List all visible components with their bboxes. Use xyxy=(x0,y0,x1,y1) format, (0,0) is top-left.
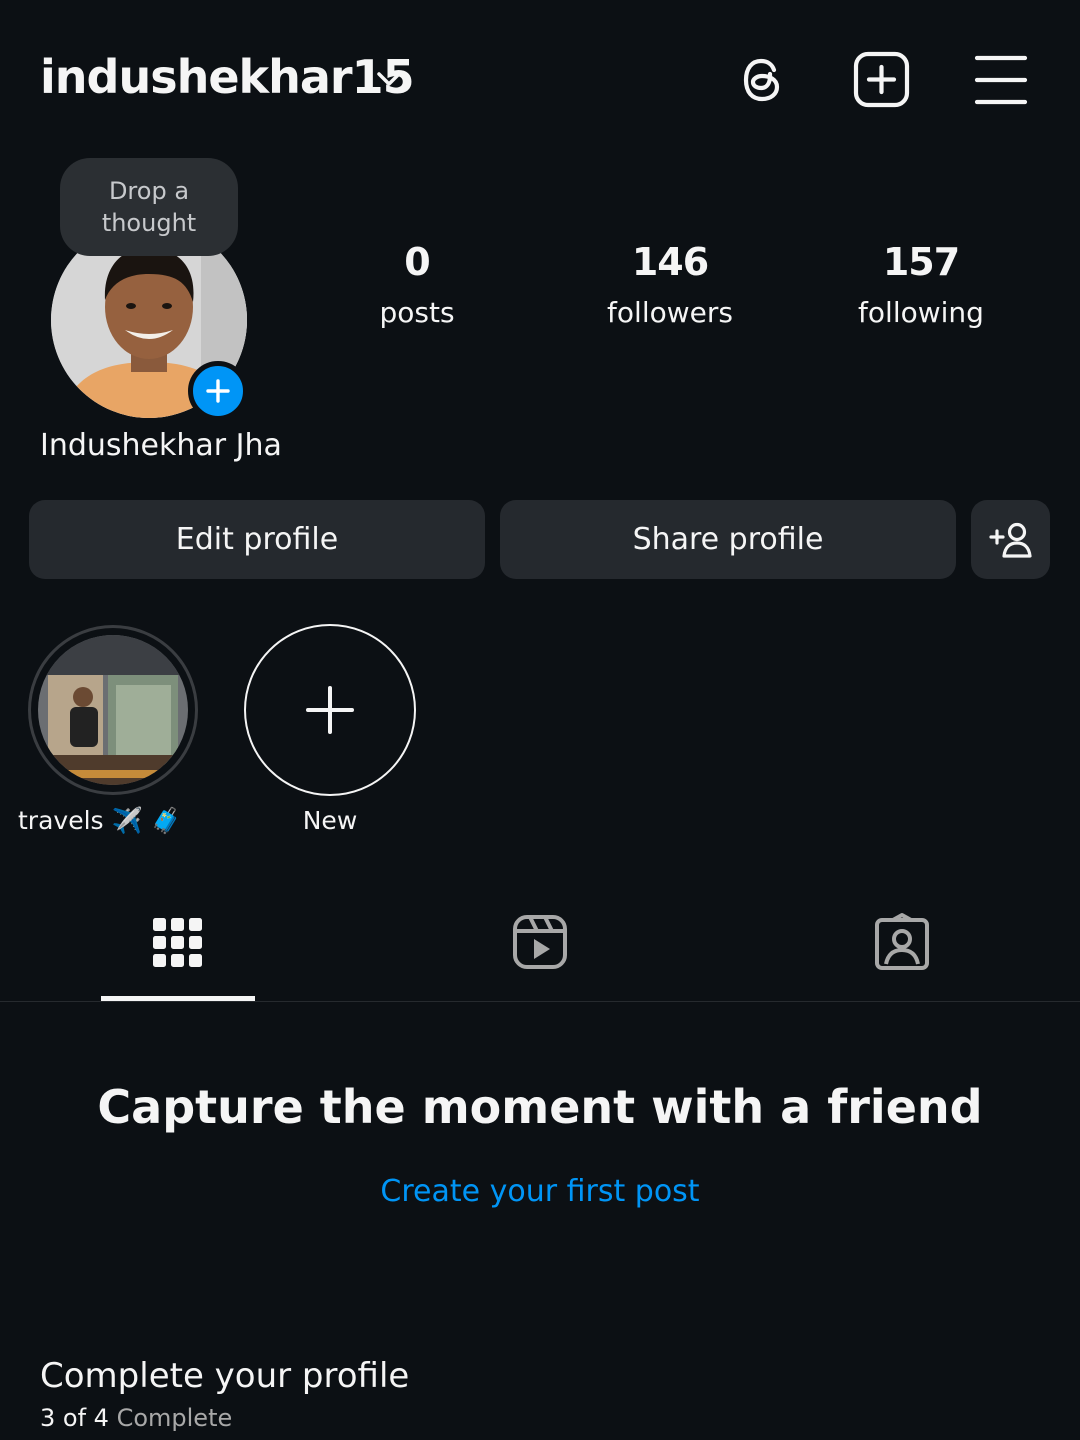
posts-label: posts xyxy=(379,296,455,329)
following-count: 157 xyxy=(882,240,960,284)
drop-thought-bubble[interactable]: Drop a thought xyxy=(60,158,238,256)
threads-icon[interactable] xyxy=(730,48,794,112)
highlight-travels-cover[interactable] xyxy=(38,635,188,785)
posts-count: 0 xyxy=(404,240,430,284)
edit-profile-button[interactable]: Edit profile xyxy=(29,500,485,579)
add-person-icon xyxy=(988,522,1032,558)
stat-posts[interactable]: 0 posts xyxy=(307,240,527,329)
tabs-divider xyxy=(0,1001,1080,1002)
followers-count: 146 xyxy=(631,240,709,284)
new-highlight-label: New xyxy=(302,806,358,835)
new-post-icon[interactable] xyxy=(849,48,913,112)
complete-profile-title: Complete your profile xyxy=(40,1356,410,1396)
plus-icon xyxy=(306,686,354,734)
edit-profile-label: Edit profile xyxy=(175,522,339,557)
profile-full-name: Indushekhar Jha xyxy=(40,428,282,463)
highlight-travels-label: travels ✈️ 🧳 xyxy=(18,806,182,835)
highlight-cover-image xyxy=(38,635,188,785)
discover-people-button[interactable] xyxy=(971,500,1050,579)
tagged-icon[interactable] xyxy=(872,912,932,972)
share-profile-button[interactable]: Share profile xyxy=(500,500,956,579)
progress-word: Complete xyxy=(116,1404,233,1432)
complete-profile-progress: 3 of 4 Complete xyxy=(40,1404,232,1432)
drop-thought-text: Drop a thought xyxy=(101,177,197,237)
stat-followers[interactable]: 146 followers xyxy=(560,240,780,329)
stat-following[interactable]: 157 following xyxy=(811,240,1031,329)
chevron-down-icon[interactable] xyxy=(372,62,406,96)
create-first-post-link[interactable]: Create your first post xyxy=(0,1174,1080,1209)
menu-icon[interactable] xyxy=(968,48,1032,112)
progress-count: 3 of 4 xyxy=(40,1404,109,1432)
empty-state-title: Capture the moment with a friend xyxy=(97,1080,983,1134)
new-highlight-button[interactable] xyxy=(244,624,416,796)
add-story-button[interactable] xyxy=(188,361,248,421)
followers-label: followers xyxy=(607,296,733,329)
share-profile-label: Share profile xyxy=(632,522,824,557)
profile-username[interactable]: indushekhar15 xyxy=(40,50,415,104)
plus-icon xyxy=(206,379,230,403)
reels-icon[interactable] xyxy=(510,912,570,972)
following-label: following xyxy=(858,296,984,329)
grid-icon[interactable] xyxy=(148,912,208,972)
